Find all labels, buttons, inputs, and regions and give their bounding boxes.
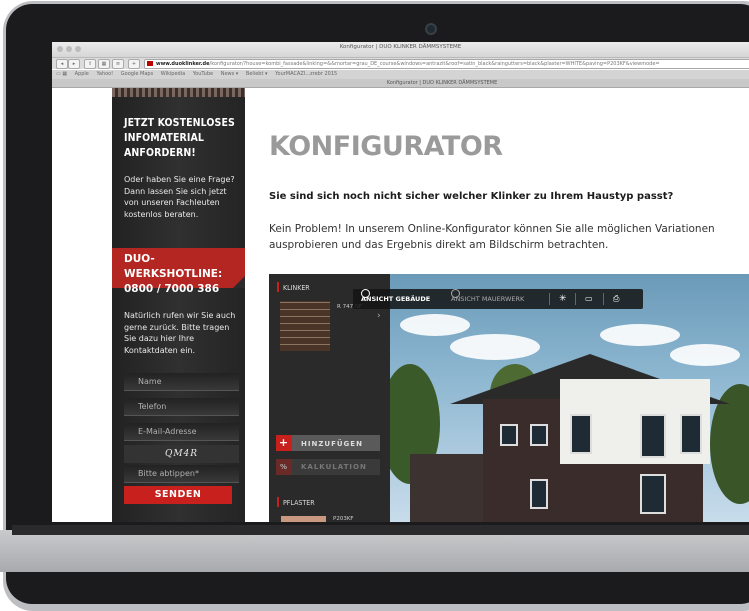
laptop-frame: Konfigurator | DUO KLINKER DÄMMSYSTEME ◂… xyxy=(0,0,749,611)
bookmark-news[interactable]: News ▾ xyxy=(221,71,239,77)
view-wall-label: ANSICHT MAUERWERK xyxy=(451,295,525,303)
chevron-right-icon[interactable]: › xyxy=(377,311,381,321)
email-field[interactable]: E-Mail-Adresse xyxy=(124,423,239,441)
print-icon[interactable]: ⎙ xyxy=(613,289,619,309)
page-title: KONFIGURATOR xyxy=(269,131,503,162)
pflaster-label: PFLASTER xyxy=(283,499,315,507)
calculation-button[interactable]: % KALKULATION xyxy=(276,459,380,475)
main-content: KONFIGURATOR Sie sind sich noch nicht si… xyxy=(245,88,749,522)
view-building-button[interactable]: ANSICHT GEBÄUDE xyxy=(361,289,430,309)
add-tab-icon[interactable]: + xyxy=(128,59,140,69)
back-icon[interactable]: ◂ xyxy=(56,59,68,69)
page-question: Sie sind sich noch nicht sicher welcher … xyxy=(269,191,674,202)
captcha-input[interactable]: Bitte abtippen* xyxy=(124,465,239,483)
contact-sidebar: JETZT KOSTENLOSES INFOMATERIAL ANFORDERN… xyxy=(112,88,245,522)
web-page: JETZT KOSTENLOSES INFOMATERIAL ANFORDERN… xyxy=(52,88,749,522)
bookmark-wikipedia[interactable]: Wikipedia xyxy=(161,71,185,77)
forward-icon[interactable]: ▸ xyxy=(68,59,80,69)
page-intro: Kein Problem! In unserem Online-Konfigur… xyxy=(269,223,715,251)
tab-strip: Konfigurator | DUO KLINKER DÄMMSYSTEME xyxy=(52,79,749,88)
browser-titlebar: Konfigurator | DUO KLINKER DÄMMSYSTEME xyxy=(52,42,749,58)
hotline-label: DUO-WERKSHOTLINE: xyxy=(124,253,223,280)
pflaster-section: PFLASTER xyxy=(277,497,315,507)
sidebar-header-image xyxy=(112,88,245,97)
configurator-options-panel: KLINKER R 747 NF › + HINZUFÜGEN % KALKULAT… xyxy=(269,274,390,522)
klinker-section: KLINKER xyxy=(277,282,310,292)
bookmark-youtube[interactable]: YouTube xyxy=(193,71,213,77)
percent-icon: % xyxy=(276,459,292,475)
bookmarks-grid-icon[interactable]: ▭ ▦ xyxy=(56,71,67,77)
url-bar[interactable]: www.duoklinker.de/konfigurator/?house=ko… xyxy=(144,59,749,69)
send-button[interactable]: SENDEN xyxy=(124,486,232,504)
reader-icon[interactable]: ≡ xyxy=(112,59,124,69)
sidebar-toggle-icon[interactable]: ▦ xyxy=(98,59,110,69)
view-building-label: ANSICHT GEBÄUDE xyxy=(361,295,431,303)
sidebar-intro-text: Oder haben Sie eine Frage? Dann lassen S… xyxy=(124,175,235,219)
radio-selected-icon xyxy=(361,289,370,298)
captcha-image: QM4R xyxy=(124,445,239,463)
klinker-swatch[interactable] xyxy=(280,301,330,351)
phone-field[interactable]: Telefon xyxy=(124,398,239,416)
bookmarks-bar: ▭ ▦ Apple Yahoo! Google Maps Wikipedia Y… xyxy=(52,70,749,79)
share-icon[interactable]: ⇪ xyxy=(84,59,96,69)
bookmark-yourmacazi[interactable]: YourMACAZI...zrebr 2015 xyxy=(275,71,337,77)
favicon-icon xyxy=(147,61,153,66)
view-toolbar: ANSICHT GEBÄUDE ANSICHT MAUERWERK ✳ ▭ ⎙ xyxy=(353,289,643,309)
url-host: www.duoklinker.de xyxy=(156,61,210,67)
sun-icon[interactable]: ✳ xyxy=(559,289,567,309)
browser-toolbar: ◂ ▸ ⇪ ▦ ≡ + www.duoklinker.de/konfigurat… xyxy=(52,58,749,69)
add-button[interactable]: + HINZUFÜGEN xyxy=(276,435,380,451)
sidebar-callback-text: Natürlich rufen wir Sie auch gerne zurüc… xyxy=(124,311,236,355)
sidebar-heading: JETZT KOSTENLOSES INFOMATERIAL ANFORDERN… xyxy=(124,117,235,159)
image-icon[interactable]: ▭ xyxy=(585,289,593,309)
house-preview-image xyxy=(390,274,749,522)
klinker-label: KLINKER xyxy=(283,284,310,292)
add-label: HINZUFÜGEN xyxy=(301,440,363,448)
hotline-number[interactable]: 0800 / 7000 386 xyxy=(124,282,245,297)
window-title: Konfigurator | DUO KLINKER DÄMMSYSTEME xyxy=(339,44,462,50)
calc-label: KALKULATION xyxy=(301,463,367,471)
configurator-widget: KLINKER R 747 NF › + HINZUFÜGEN % KALKULAT… xyxy=(269,274,749,522)
plus-icon: + xyxy=(276,435,292,451)
pflaster-code: P203KF xyxy=(333,516,354,522)
url-path: /konfigurator/?house=kombi_fassade&linki… xyxy=(209,61,660,67)
laptop-bottom-lip xyxy=(12,525,749,535)
bookmark-yahoo[interactable]: Yahoo! xyxy=(96,71,113,77)
bookmark-beliebt[interactable]: Beliebt ▾ xyxy=(246,71,268,77)
name-field[interactable]: Name xyxy=(124,373,239,391)
screen: Konfigurator | DUO KLINKER DÄMMSYSTEME ◂… xyxy=(52,42,749,522)
hotline-banner[interactable]: DUO-WERKSHOTLINE: 0800 / 7000 386 xyxy=(112,248,245,295)
bookmark-google-maps[interactable]: Google Maps xyxy=(121,71,153,77)
laptop-bottom-rim xyxy=(0,530,749,572)
pflaster-swatch[interactable] xyxy=(281,516,326,522)
camera-icon xyxy=(425,23,437,35)
tab-konfigurator[interactable]: Konfigurator | DUO KLINKER DÄMMSYSTEME xyxy=(292,79,592,87)
garage xyxy=(410,454,490,522)
bookmark-apple[interactable]: Apple xyxy=(75,71,89,77)
